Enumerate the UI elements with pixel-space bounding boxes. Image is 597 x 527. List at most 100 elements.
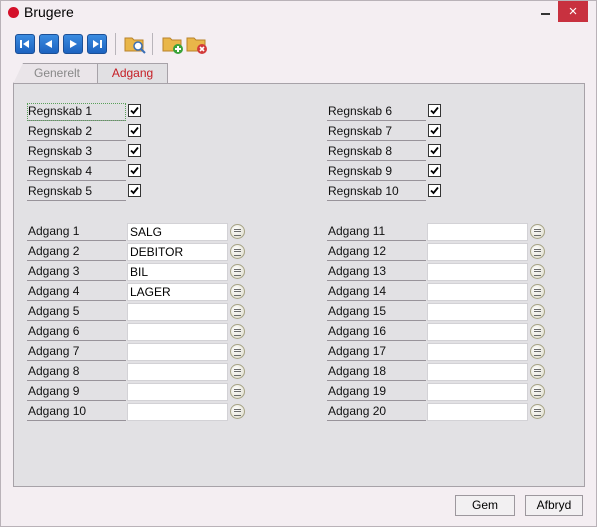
users-window: Brugere × Generelt Adgang Regnskab 1 Reg…: [0, 0, 597, 527]
close-button[interactable]: ×: [558, 1, 588, 22]
toolbar-separator: [115, 33, 116, 55]
regnskab-row: Regnskab 4: [27, 163, 157, 181]
adgang-row: Adgang 10: [27, 403, 247, 421]
lookup-icon[interactable]: [530, 244, 545, 259]
adgang-field[interactable]: [127, 363, 228, 381]
next-record-icon[interactable]: [63, 34, 83, 54]
lookup-icon[interactable]: [530, 344, 545, 359]
lookup-icon[interactable]: [530, 304, 545, 319]
regnskab-label: Regnskab 6: [327, 103, 426, 121]
toolbar: [1, 27, 596, 63]
adgang-field[interactable]: [427, 283, 528, 301]
adgang-field[interactable]: [127, 383, 228, 401]
adgang-field[interactable]: SALG: [127, 223, 228, 241]
adgang-field[interactable]: [427, 243, 528, 261]
regnskab-label: Regnskab 8: [327, 143, 426, 161]
lookup-icon[interactable]: [530, 404, 545, 419]
lookup-icon[interactable]: [530, 364, 545, 379]
adgang-label: Adgang 19: [327, 383, 426, 401]
adgang-row: Adgang 8: [27, 363, 247, 381]
adgang-row: Adgang 2 DEBITOR: [27, 243, 247, 261]
regnskab-label: Regnskab 4: [27, 163, 126, 181]
adgang-row: Adgang 19: [327, 383, 547, 401]
lookup-icon[interactable]: [530, 384, 545, 399]
tab-adgang[interactable]: Adgang: [97, 63, 168, 84]
first-record-icon[interactable]: [15, 34, 35, 54]
adgang-label: Adgang 6: [27, 323, 126, 341]
lookup-icon[interactable]: [230, 304, 245, 319]
lookup-icon[interactable]: [230, 224, 245, 239]
lookup-icon[interactable]: [530, 264, 545, 279]
regnskab-checkbox[interactable]: [428, 104, 441, 117]
regnskab-checkbox[interactable]: [128, 164, 141, 177]
regnskab-label: Regnskab 3: [27, 143, 126, 161]
adgang-field[interactable]: [127, 303, 228, 321]
delete-folder-icon[interactable]: [186, 33, 208, 55]
regnskab-row: Regnskab 8: [327, 143, 457, 161]
adgang-field[interactable]: [427, 223, 528, 241]
tab-generelt[interactable]: Generelt: [13, 63, 101, 84]
lookup-icon[interactable]: [230, 284, 245, 299]
regnskab-checkbox[interactable]: [428, 144, 441, 157]
lookup-icon[interactable]: [230, 324, 245, 339]
regnskab-row: Regnskab 9: [327, 163, 457, 181]
adgang-row: Adgang 17: [327, 343, 547, 361]
regnskab-row: Regnskab 5: [27, 183, 157, 201]
adgang-field[interactable]: DEBITOR: [127, 243, 228, 261]
adgang-row: Adgang 9: [27, 383, 247, 401]
lookup-icon[interactable]: [230, 384, 245, 399]
search-folder-icon[interactable]: [124, 33, 146, 55]
adgang-field[interactable]: [427, 403, 528, 421]
lookup-icon[interactable]: [530, 224, 545, 239]
lookup-icon[interactable]: [530, 324, 545, 339]
minimize-button[interactable]: [532, 1, 558, 22]
adgang-row: Adgang 15: [327, 303, 547, 321]
adgang-field[interactable]: [427, 363, 528, 381]
adgang-field[interactable]: [127, 403, 228, 421]
adgang-label: Adgang 5: [27, 303, 126, 321]
add-folder-icon[interactable]: [162, 33, 184, 55]
lookup-icon[interactable]: [230, 264, 245, 279]
adgang-row: Adgang 7: [27, 343, 247, 361]
adgang-row: Adgang 6: [27, 323, 247, 341]
regnskab-checkbox[interactable]: [128, 144, 141, 157]
adgang-row: Adgang 16: [327, 323, 547, 341]
regnskab-label: Regnskab 7: [327, 123, 426, 141]
lookup-icon[interactable]: [230, 364, 245, 379]
adgang-label: Adgang 14: [327, 283, 426, 301]
adgang-field[interactable]: LAGER: [127, 283, 228, 301]
regnskab-label: Regnskab 9: [327, 163, 426, 181]
adgang-field[interactable]: [427, 383, 528, 401]
regnskab-checkbox[interactable]: [128, 184, 141, 197]
adgang-row: Adgang 18: [327, 363, 547, 381]
adgang-field[interactable]: [427, 303, 528, 321]
last-record-icon[interactable]: [87, 34, 107, 54]
adgang-row: Adgang 1 SALG: [27, 223, 247, 241]
lookup-icon[interactable]: [230, 404, 245, 419]
regnskab-checkbox[interactable]: [128, 124, 141, 137]
previous-record-icon[interactable]: [39, 34, 59, 54]
adgang-label: Adgang 18: [327, 363, 426, 381]
adgang-label: Adgang 10: [27, 403, 126, 421]
regnskab-checkbox[interactable]: [428, 184, 441, 197]
adgang-row: Adgang 12: [327, 243, 547, 261]
lookup-icon[interactable]: [230, 344, 245, 359]
regnskab-checkbox[interactable]: [428, 124, 441, 137]
adgang-label: Adgang 12: [327, 243, 426, 261]
adgang-field[interactable]: [427, 343, 528, 361]
adgang-field[interactable]: BIL: [127, 263, 228, 281]
cancel-button[interactable]: Afbryd: [525, 495, 583, 516]
adgang-row: Adgang 4 LAGER: [27, 283, 247, 301]
regnskab-checkbox[interactable]: [128, 104, 141, 117]
adgang-field[interactable]: [127, 323, 228, 341]
regnskab-row: Regnskab 6: [327, 103, 457, 121]
lookup-icon[interactable]: [530, 284, 545, 299]
lookup-icon[interactable]: [230, 244, 245, 259]
adgang-field[interactable]: [127, 343, 228, 361]
regnskab-label: Regnskab 2: [27, 123, 126, 141]
app-icon: [8, 7, 19, 18]
regnskab-checkbox[interactable]: [428, 164, 441, 177]
adgang-field[interactable]: [427, 323, 528, 341]
adgang-field[interactable]: [427, 263, 528, 281]
save-button[interactable]: Gem: [455, 495, 515, 516]
